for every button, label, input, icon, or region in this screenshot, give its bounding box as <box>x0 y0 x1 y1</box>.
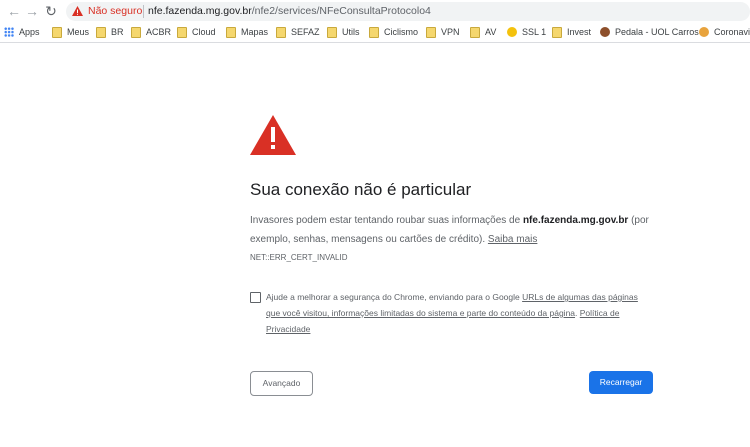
folder-icon <box>552 27 562 38</box>
optin-text-1: Ajude a melhorar a segurança do Chrome, … <box>266 292 523 302</box>
folder-icon <box>276 27 286 38</box>
privacy-error-page: Sua conexão não é particular Invasores p… <box>0 43 750 447</box>
folder-icon <box>177 27 187 38</box>
url-text[interactable]: nfe.fazenda.mg.gov.br/nfe2/services/NFeC… <box>148 4 431 19</box>
bookmark-coronavin[interactable]: Coronavin <box>699 26 750 39</box>
error-code: NET::ERR_CERT_INVALID <box>250 253 348 262</box>
site-icon <box>699 27 709 37</box>
apps-grid-icon <box>4 27 14 37</box>
forward-icon[interactable]: → <box>24 3 40 19</box>
page-title: Sua conexão não é particular <box>250 180 472 199</box>
bookmark-utils[interactable]: Utils <box>327 26 360 39</box>
bookmark-meus[interactable]: Meus <box>52 26 89 39</box>
omnibox-separator <box>143 5 144 18</box>
omnibox[interactable]: Não seguro nfe.fazenda.mg.gov.br/nfe2/se… <box>66 2 750 21</box>
desc-text-1: Invasores podem estar tentando roubar su… <box>250 215 523 226</box>
back-icon[interactable]: ← <box>6 3 22 19</box>
folder-icon <box>52 27 62 38</box>
bookmark-label: Utils <box>342 27 360 37</box>
folder-icon <box>226 27 236 38</box>
optin-checkbox[interactable] <box>250 292 261 303</box>
bookmark-label: Invest <box>567 27 592 37</box>
bookmark-label: Cloud <box>192 27 216 37</box>
bookmark-label: ACBR <box>146 27 172 37</box>
bookmark-label: Ciclismo <box>384 27 419 37</box>
bookmark-label: SSL 1 <box>522 27 547 37</box>
bookmark-label: BR <box>111 27 124 37</box>
advanced-button[interactable]: Avançado <box>250 371 313 396</box>
bookmark-pedala[interactable]: Pedala - UOL Carros <box>600 26 699 39</box>
folder-icon <box>470 27 480 38</box>
bookmarks-bar: Apps Meus BR ACBR Cloud Mapas SEFAZ Util… <box>0 23 750 43</box>
reload-icon[interactable]: ↻ <box>43 3 59 19</box>
warning-triangle-icon <box>250 115 296 155</box>
reload-button[interactable]: Recarregar <box>589 371 653 394</box>
bookmark-label: Mapas <box>241 27 269 37</box>
bookmark-ssl1[interactable]: SSL 1 <box>507 26 546 39</box>
site-icon <box>600 27 610 37</box>
bookmark-mapas[interactable]: Mapas <box>226 26 268 39</box>
url-host: nfe.fazenda.mg.gov.br <box>148 5 252 17</box>
bookmark-label: Pedala - UOL Carros <box>615 27 699 37</box>
bookmark-label: Coronavin <box>714 27 750 37</box>
bookmark-cloud[interactable]: Cloud <box>177 26 216 39</box>
folder-icon <box>327 27 337 38</box>
bookmark-apps[interactable]: Apps <box>4 26 40 39</box>
bookmark-av[interactable]: AV <box>470 26 496 39</box>
bookmark-acbr[interactable]: ACBR <box>131 26 171 39</box>
folder-icon <box>426 27 436 38</box>
error-description: Invasores podem estar tentando roubar su… <box>250 211 670 249</box>
desc-host: nfe.fazenda.mg.gov.br <box>522 215 629 226</box>
ssl-icon <box>507 27 517 37</box>
bookmark-vpn[interactable]: VPN <box>426 26 460 39</box>
bookmark-label: SEFAZ <box>291 27 320 37</box>
address-bar: ← → ↻ Não seguro nfe.fazenda.mg.gov.br/n… <box>0 0 750 23</box>
folder-icon <box>131 27 141 38</box>
bookmark-ciclismo[interactable]: Ciclismo <box>369 26 418 39</box>
not-secure-warning-icon[interactable] <box>72 6 83 16</box>
bookmark-sefaz[interactable]: SEFAZ <box>276 26 320 39</box>
bookmark-label: Meus <box>67 27 90 37</box>
url-path: /nfe2/services/NFeConsultaProtocolo4 <box>251 5 431 17</box>
bookmark-label: AV <box>485 27 497 37</box>
folder-icon <box>369 27 379 38</box>
security-label[interactable]: Não seguro <box>88 4 142 19</box>
bookmark-label: VPN <box>441 27 460 37</box>
bookmark-label: Apps <box>19 27 40 37</box>
folder-icon <box>96 27 106 38</box>
bookmark-br[interactable]: BR <box>96 26 124 39</box>
learn-more-link[interactable]: Saiba mais <box>488 234 537 245</box>
bookmark-invest[interactable]: Invest <box>552 26 591 39</box>
optin-text: Ajude a melhorar a segurança do Chrome, … <box>266 289 641 337</box>
